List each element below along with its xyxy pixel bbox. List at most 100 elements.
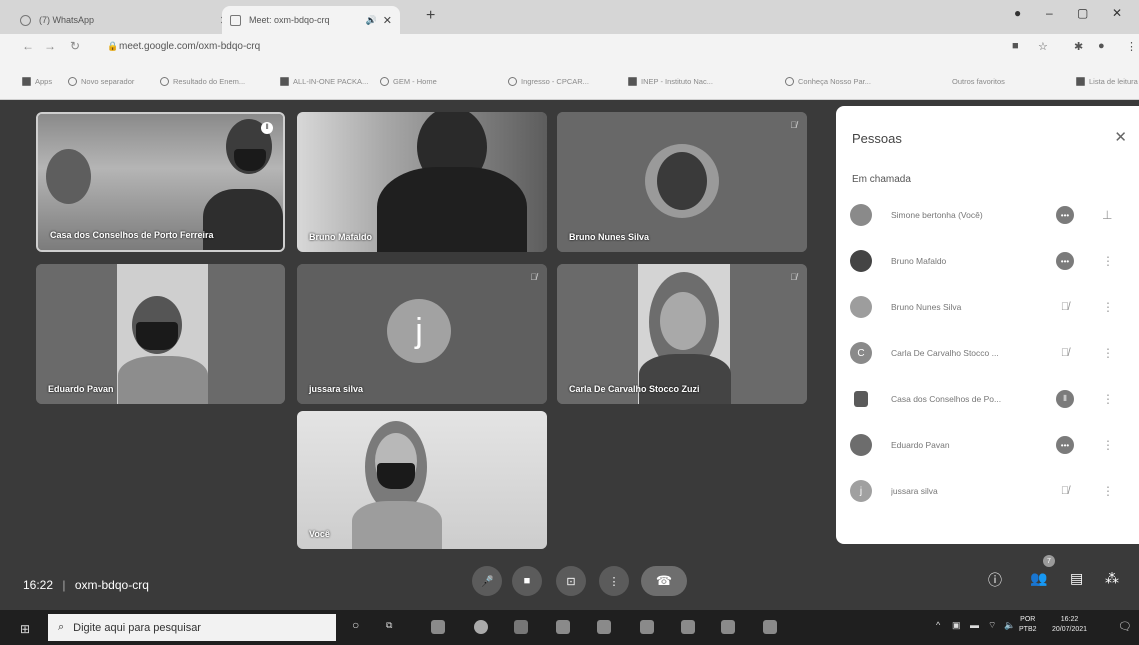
mic-off-icon: 🎙̸ — [1060, 485, 1070, 497]
windows-start-button[interactable]: ⊞ — [20, 622, 30, 636]
tab-title: (7) WhatsApp — [39, 15, 95, 25]
person-row[interactable]: j jussara silva 🎙̸ ⋮ — [836, 476, 1139, 506]
participant-tile[interactable]: Eduardo Pavan — [36, 264, 285, 404]
chrome-icon[interactable] — [474, 620, 488, 634]
star-icon[interactable]: ☆ — [1038, 40, 1048, 53]
more-options-icon[interactable]: ⋮ — [1102, 346, 1114, 360]
app-icon[interactable] — [721, 620, 735, 634]
participant-name: Bruno Nunes Silva — [569, 232, 650, 242]
bookmark-item[interactable]: Ingresso - CPCAR... — [508, 77, 589, 86]
show-hidden-icons-icon[interactable]: ^ — [936, 620, 940, 630]
participant-tile[interactable]: Bruno Mafaldo — [297, 112, 547, 252]
bookmark-item[interactable]: ALL-IN-ONE PACKA... — [280, 77, 368, 86]
bookmark-item[interactable]: Resultado do Enem... — [160, 77, 245, 86]
more-options-icon[interactable]: ⋮ — [1102, 392, 1114, 406]
pin-icon[interactable]: ⊥ — [1102, 208, 1112, 222]
store-icon[interactable] — [597, 620, 611, 634]
chat-button[interactable]: ▤ — [1070, 570, 1083, 587]
notifications-icon[interactable]: 🗨 — [1118, 620, 1132, 633]
camera-button[interactable]: ■ — [512, 566, 542, 596]
tab-meet[interactable]: Meet: oxm-bdqo-crq 🔊 ✕ — [222, 6, 400, 34]
more-options-icon[interactable]: ⋮ — [1102, 438, 1114, 452]
avatar[interactable]: ● — [1098, 40, 1105, 52]
people-button[interactable]: 👥 — [1030, 570, 1047, 587]
volume-icon[interactable]: 🔈 — [1004, 620, 1015, 631]
avatar: j — [387, 299, 451, 363]
minimize-button[interactable]: – — [1046, 6, 1053, 20]
globe-icon — [68, 77, 77, 86]
system-clock[interactable]: 16:22 20/07/2021 — [1052, 615, 1087, 635]
person-row[interactable]: Bruno Nunes Silva 🎙̸ ⋮ — [836, 292, 1139, 322]
meeting-details-button[interactable]: ⓘ — [988, 570, 1002, 590]
new-tab-button[interactable]: + — [426, 7, 435, 25]
close-tab-icon[interactable]: ✕ — [383, 14, 392, 27]
bookmark-item[interactable]: INEP - Instituto Nac... — [628, 77, 713, 86]
person-name: Bruno Mafaldo — [891, 256, 947, 266]
camera-indicator-icon[interactable]: ■ — [1012, 40, 1019, 52]
people-panel: Pessoas ✕ Em chamada Simone bertonha (Vo… — [836, 106, 1139, 544]
participant-name: Você — [309, 529, 330, 539]
package-icon — [280, 77, 289, 86]
participant-tile[interactable]: Você — [297, 411, 547, 549]
avatar — [854, 391, 868, 407]
participant-tile[interactable]: 🎙̸ Carla De Carvalho Stocco Zuzi — [557, 264, 807, 404]
extensions-icon[interactable]: ✱ — [1074, 40, 1083, 53]
forward-icon[interactable]: → — [44, 39, 56, 53]
camera-icon: ■ — [523, 575, 531, 587]
audio-playing-icon[interactable]: 🔊 — [366, 15, 377, 26]
bookmark-item[interactable]: Novo separador — [68, 77, 134, 86]
person-row[interactable]: Bruno Mafaldo ••• ⋮ — [836, 246, 1139, 276]
more-options-button[interactable]: ⋮ — [599, 566, 629, 596]
leave-call-button[interactable]: ☎ — [641, 566, 687, 596]
bookmark-item[interactable]: Conheça Nosso Par... — [785, 77, 871, 86]
back-icon[interactable]: ← — [22, 39, 34, 53]
participant-tile[interactable]: j 🎙̸ jussara silva — [297, 264, 547, 404]
meeting-time: 16:22 — [23, 578, 54, 592]
taskbar-search-input[interactable]: ⌕ Digite aqui para pesquisar — [48, 614, 336, 641]
person-row[interactable]: Casa dos Conselhos de Po... ⦀ ⋮ — [836, 384, 1139, 414]
more-options-icon[interactable]: ⋮ — [1102, 300, 1114, 314]
person-row[interactable]: Simone bertonha (Você) ••• ⊥ — [836, 200, 1139, 230]
app-icon[interactable] — [681, 620, 695, 634]
person-name: Eduardo Pavan — [891, 440, 950, 450]
bookmark-reading-list[interactable]: Lista de leitura — [1076, 77, 1138, 86]
battery-icon[interactable]: ▬ — [970, 620, 979, 630]
task-view-icon[interactable]: ⧉ — [386, 620, 392, 631]
close-panel-button[interactable]: ✕ — [1114, 128, 1127, 146]
search-placeholder: Digite aqui para pesquisar — [73, 621, 201, 634]
app-icon[interactable] — [763, 620, 777, 634]
more-options-icon[interactable]: ⋮ — [1102, 254, 1114, 268]
cortana-icon[interactable]: ○ — [352, 618, 359, 632]
activities-button[interactable]: ⁂ — [1105, 570, 1119, 587]
network-icon[interactable]: ▣ — [952, 620, 961, 631]
address-bar[interactable]: meet.google.com/oxm-bdqo-crq — [119, 41, 260, 52]
more-options-icon[interactable]: ⋮ — [1102, 484, 1114, 498]
reload-icon[interactable]: ↻ — [70, 39, 80, 53]
mail-icon[interactable] — [640, 620, 654, 634]
whatsapp-icon — [20, 14, 31, 26]
edge-icon[interactable] — [514, 620, 528, 634]
wifi-icon[interactable]: ⌔ — [988, 620, 996, 631]
participant-tile[interactable]: ⦀ Casa dos Conselhos de Porto Ferreira — [36, 112, 285, 252]
mic-button[interactable]: 🎤 — [472, 566, 502, 596]
person-row[interactable]: Eduardo Pavan ••• ⋮ — [836, 430, 1139, 460]
close-window-button[interactable]: ✕ — [1112, 6, 1122, 20]
bookmark-other-favorites[interactable]: Outros favoritos — [952, 77, 1005, 86]
person-row[interactable]: C Carla De Carvalho Stocco ... 🎙̸ ⋮ — [836, 338, 1139, 368]
app-icon[interactable] — [431, 620, 445, 634]
lock-icon[interactable]: 🔒 — [107, 41, 118, 52]
tab-whatsapp[interactable]: (7) WhatsApp ✕ — [12, 6, 237, 34]
meeting-code: oxm-bdqo-crq — [74, 578, 149, 592]
bookmark-apps[interactable]: Apps — [22, 77, 52, 86]
avatar: j — [850, 480, 872, 502]
profile-icon[interactable]: ● — [1014, 6, 1021, 20]
maximize-button[interactable]: ▢ — [1077, 6, 1088, 20]
menu-icon[interactable]: ⋮ — [1126, 40, 1137, 53]
app-icon[interactable] — [556, 620, 570, 634]
people-icon: 👥 — [1030, 570, 1048, 586]
present-button[interactable]: ⊡ — [556, 566, 586, 596]
avatar — [850, 296, 872, 318]
participant-tile[interactable]: 🎙̸ Bruno Nunes Silva — [557, 112, 807, 252]
bookmark-item[interactable]: GEM - Home — [380, 77, 437, 86]
language-indicator[interactable]: POR PTB2 — [1019, 615, 1037, 635]
